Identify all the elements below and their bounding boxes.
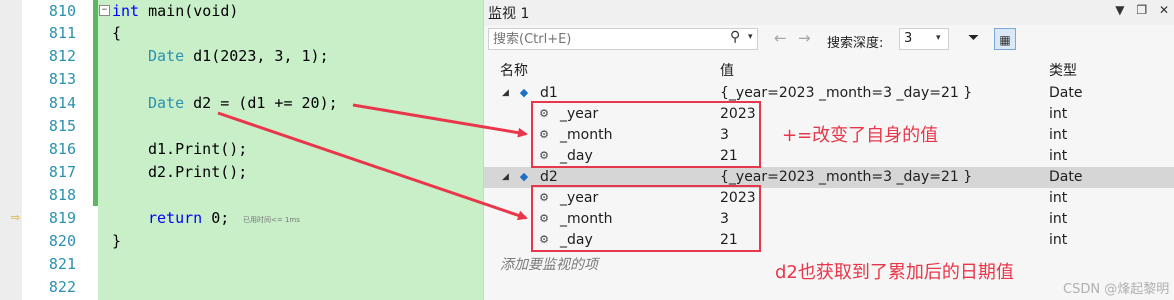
search-depth-select[interactable]: 3 — [899, 28, 949, 50]
filter-icon[interactable]: ⏷ — [968, 30, 979, 46]
watch-type: Date — [1049, 169, 1083, 185]
view-toggle-icon[interactable]: ▦ — [994, 28, 1016, 50]
line-number: 810 — [48, 2, 76, 20]
elapsed-time-hint: 已用时间<= 1ms — [243, 216, 300, 224]
code-text: d2 = (d1 += 20); — [184, 94, 338, 112]
code-text: main(void) — [139, 2, 239, 20]
watch-type: int — [1049, 190, 1068, 206]
type-name: Date — [148, 47, 185, 65]
line-number: 822 — [48, 278, 76, 296]
column-header-value[interactable]: 值 — [720, 60, 734, 80]
watch-title-bar: 监视 1 ▼ ❐ ✕ — [484, 0, 1174, 25]
code-line-810[interactable]: int main(void) — [112, 0, 238, 22]
watch-type: int — [1049, 106, 1068, 122]
highlight-box-d1-fields — [531, 101, 761, 168]
watch-toolbar: ⚲ ▾ ← → 搜索深度: 3 ▾ ⏷ ▦ — [484, 27, 1174, 55]
search-icon[interactable]: ⚲ — [730, 29, 740, 45]
collapse-toggle-icon[interactable]: − — [99, 5, 110, 16]
line-number: 818 — [48, 186, 76, 204]
keyword: int — [112, 2, 140, 20]
watermark-credit: CSDN @烽起黎明 — [1063, 282, 1170, 297]
search-input[interactable] — [488, 28, 758, 50]
column-header-name[interactable]: 名称 — [500, 60, 528, 80]
chevron-down-icon[interactable]: ▾ — [748, 32, 753, 42]
watch-type: Date — [1049, 85, 1083, 101]
collapse-arrow-icon[interactable]: ◢ — [502, 83, 509, 104]
current-statement-arrow-icon: ⇨ — [11, 211, 21, 224]
forward-arrow-icon[interactable]: → — [798, 29, 811, 47]
code-line-814[interactable]: Date d2 = (d1 += 20); — [148, 92, 338, 114]
code-line-812[interactable]: Date d1(2023, 3, 1); — [148, 45, 329, 67]
code-editor[interactable]: ⇨ 810 811 812 813 814 815 816 817 818 81… — [0, 0, 483, 300]
line-number: 820 — [48, 232, 76, 250]
breakpoint-gutter[interactable]: ⇨ — [0, 0, 23, 300]
chevron-down-icon[interactable]: ▾ — [936, 33, 941, 43]
code-line-820[interactable]: } — [112, 230, 121, 252]
object-icon: ◆ — [519, 86, 529, 99]
line-number: 816 — [48, 140, 76, 158]
watch-title: 监视 1 — [488, 6, 530, 22]
highlight-box-d2-fields — [531, 185, 761, 252]
code-line-819[interactable]: return 0; — [148, 207, 229, 229]
line-number: 813 — [48, 70, 76, 88]
code-line-811[interactable]: { — [112, 22, 121, 44]
line-number: 814 — [48, 94, 76, 112]
search-depth-label: 搜索深度: — [827, 36, 884, 51]
collapse-arrow-icon[interactable]: ◢ — [502, 167, 509, 188]
line-number: 819 — [48, 209, 76, 227]
maximize-icon[interactable]: ❐ — [1136, 3, 1147, 17]
watch-type: int — [1049, 211, 1068, 227]
code-text: 0; — [202, 209, 230, 227]
code-line-816[interactable]: d1.Print(); — [148, 138, 247, 160]
window-buttons: ▼ ❐ ✕ — [1107, 3, 1169, 17]
column-header-type[interactable]: 类型 — [1049, 60, 1077, 80]
line-number: 821 — [48, 255, 76, 273]
keyword: return — [148, 209, 203, 227]
watch-type: int — [1049, 127, 1068, 143]
code-line-817[interactable]: d2.Print(); — [148, 161, 247, 183]
window-menu-icon[interactable]: ▼ — [1115, 3, 1124, 17]
object-icon: ◆ — [519, 170, 529, 183]
annotation-note-1: +=改变了自身的值 — [782, 125, 939, 146]
line-number: 815 — [48, 117, 76, 135]
watch-type: int — [1049, 148, 1068, 164]
add-watch-item[interactable]: 添加要监视的项 — [500, 254, 598, 274]
line-number: 812 — [48, 47, 76, 65]
code-text: d1(2023, 3, 1); — [184, 47, 329, 65]
annotation-note-2: d2也获取到了累加后的日期值 — [775, 262, 1014, 283]
close-icon[interactable]: ✕ — [1159, 3, 1169, 17]
change-tracking-bar — [93, 0, 98, 206]
back-arrow-icon[interactable]: ← — [774, 29, 787, 47]
type-name: Date — [148, 94, 185, 112]
line-number: 811 — [48, 24, 76, 42]
line-number-margin: 810 811 812 813 814 815 816 817 818 819 … — [22, 0, 82, 300]
watch-type: int — [1049, 232, 1068, 248]
line-number: 817 — [48, 163, 76, 181]
